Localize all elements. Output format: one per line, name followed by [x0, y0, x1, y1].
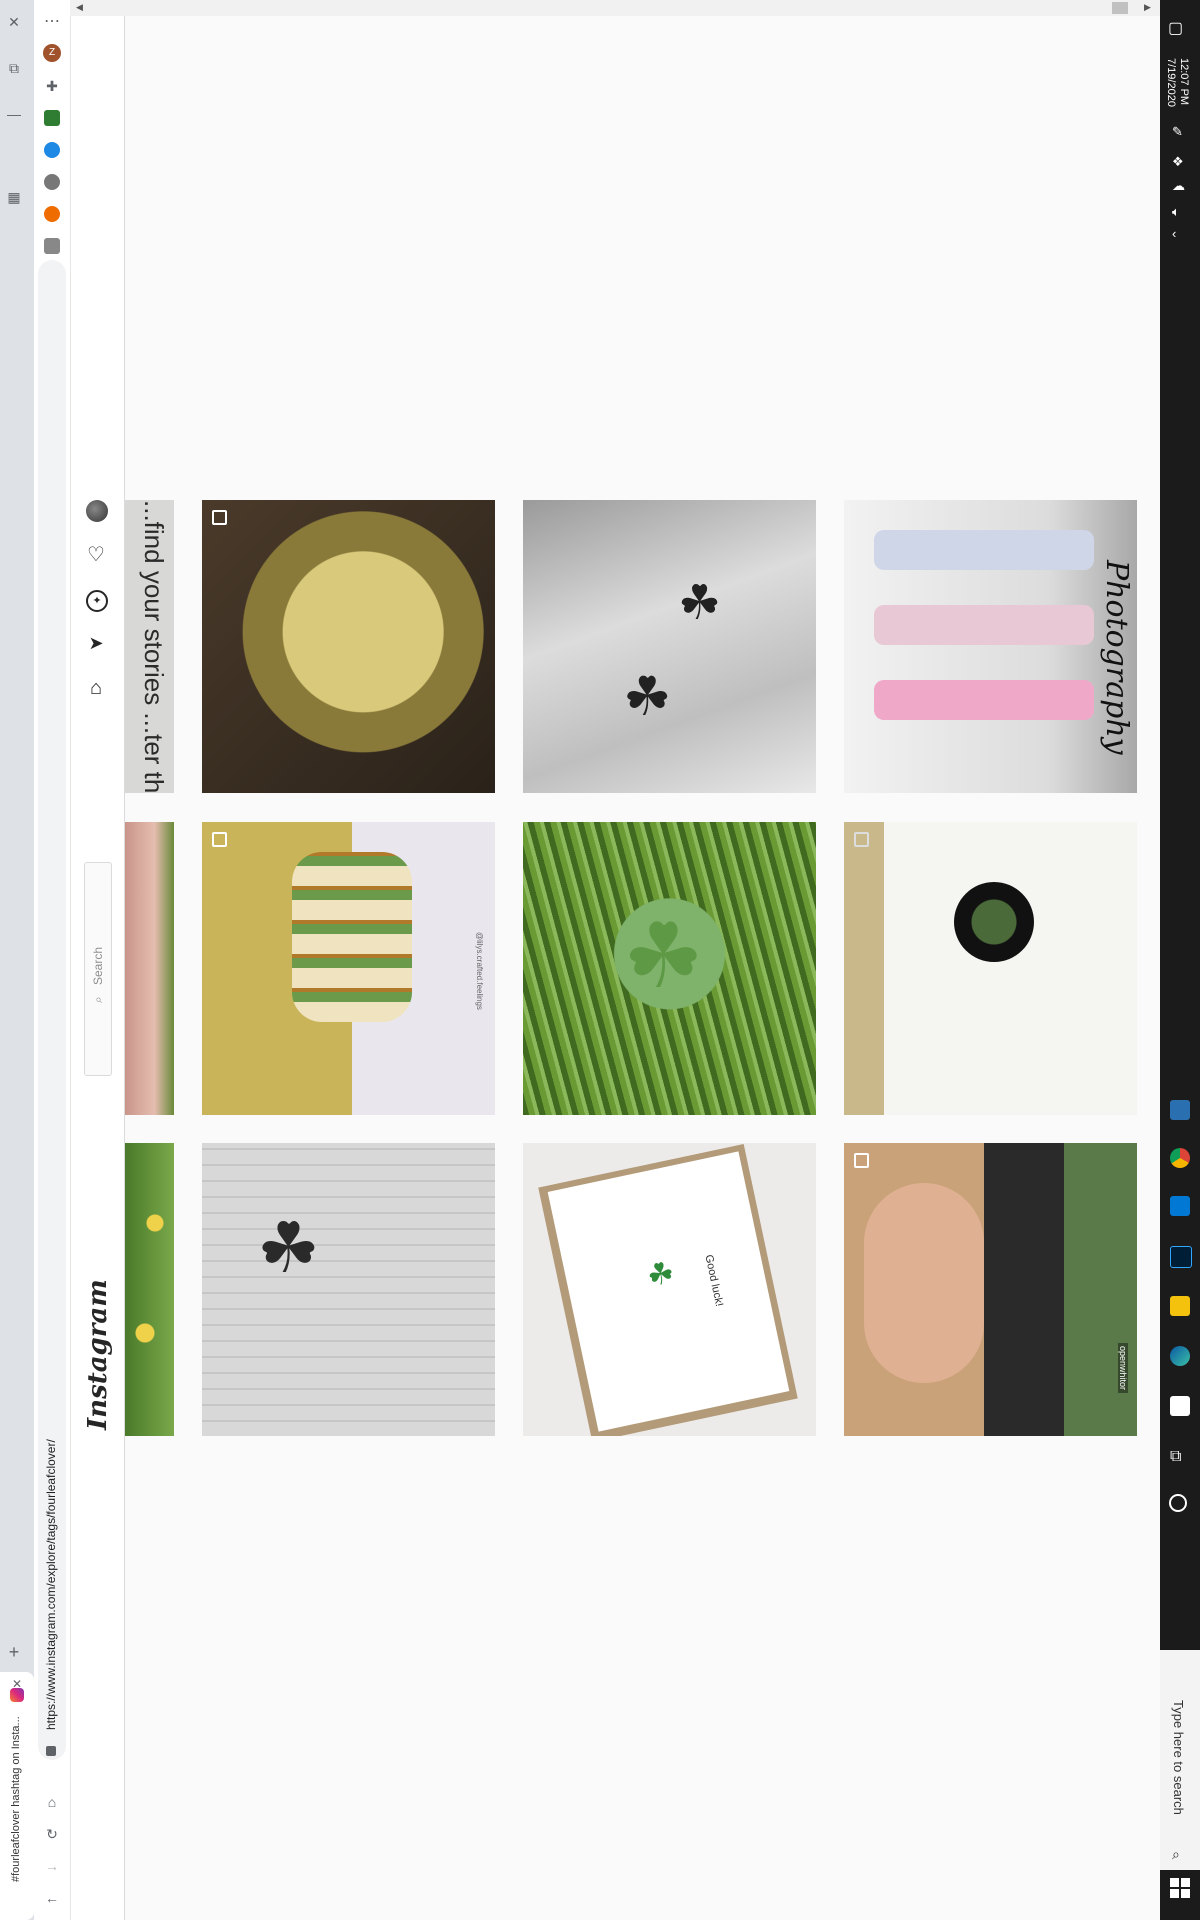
active-tab[interactable]: #fourleafclover hashtag on Insta... ✕ — [0, 1672, 34, 1920]
horizontal-scrollbar[interactable]: ◀ ▶ — [70, 0, 1160, 16]
store-taskbar-icon[interactable] — [1170, 1396, 1190, 1416]
search-icon: ⌕ — [1172, 1846, 1180, 1862]
cortana-icon[interactable] — [1169, 1494, 1187, 1512]
person-image — [874, 605, 1094, 645]
scroll-left-arrow-icon[interactable]: ◀ — [76, 2, 83, 13]
url-text[interactable]: https://www.instagram.com/explore/tags/f… — [44, 1439, 58, 1730]
task-view-icon[interactable]: ⧉ — [1170, 1448, 1181, 1466]
extension-5-icon[interactable] — [44, 238, 60, 254]
home-icon[interactable]: ⌂ — [86, 678, 106, 698]
dropbox-icon[interactable]: ❖ — [1172, 154, 1184, 170]
back-icon[interactable]: ← — [40, 1886, 64, 1910]
outlook-taskbar-icon[interactable] — [1170, 1196, 1190, 1216]
post-thumbnail[interactable]: ☘ ☘ — [523, 500, 816, 793]
post-caption: openwhitor — [1118, 1343, 1128, 1394]
carousel-badge-icon — [854, 1153, 869, 1168]
start-divider — [1170, 1887, 1190, 1889]
start-button[interactable] — [1170, 1878, 1190, 1898]
taskbar-search-box[interactable]: Type here to search ⌕ — [1160, 1650, 1200, 1870]
clover-drawing-icon: ☘ — [644, 1255, 678, 1294]
windows-taskbar: ▢ 12:07 PM 7/19/2020 ✎ ❖ ☁ 🔈︎ ‹ — [1160, 0, 1200, 1920]
post-caption: Good luck! — [702, 1253, 726, 1308]
chrome-taskbar-icon[interactable] — [1170, 1148, 1190, 1168]
search-input[interactable]: ⌕ Search — [84, 862, 112, 1076]
close-window-icon[interactable]: ✕ — [2, 10, 26, 34]
activity-heart-icon[interactable]: ♡ — [86, 545, 106, 565]
person-image — [874, 530, 1094, 570]
four-leaf-clover-image: ☘ — [623, 907, 704, 1007]
file-explorer-taskbar-icon[interactable] — [1170, 1296, 1190, 1316]
post-thumbnail[interactable]: openwhitor — [844, 1143, 1137, 1436]
instagram-logo[interactable]: Instagram — [83, 1279, 113, 1430]
post-caption: Photography — [1099, 560, 1134, 755]
extension-1-icon[interactable] — [44, 110, 60, 126]
woman-face-image — [864, 1183, 984, 1383]
macrame-pendant-image — [954, 882, 1034, 962]
taskbar-time[interactable]: 12:07 PM — [1178, 58, 1190, 105]
taskbar-date[interactable]: 7/19/2020 — [1165, 58, 1177, 107]
new-tab-button[interactable]: + — [2, 1640, 26, 1664]
address-bar[interactable]: https://www.instagram.com/explore/tags/f… — [38, 260, 66, 1760]
minimize-window-icon[interactable]: — — [2, 102, 26, 126]
carousel-badge-icon — [212, 832, 227, 847]
browser-tab-strip: ✕ ⧉ — ▦ + — [0, 0, 34, 1920]
post-caption: @lilys.crafted.feelings — [475, 932, 484, 1010]
post-thumbnail[interactable]: ...find your stories ...ter the ro... an… — [125, 500, 174, 793]
profile-avatar-icon[interactable] — [86, 500, 108, 522]
search-placeholder: Search — [91, 946, 105, 985]
close-tab-icon[interactable]: ✕ — [5, 1672, 29, 1696]
scroll-right-arrow-icon[interactable]: ▶ — [1144, 2, 1151, 13]
home-button-icon[interactable]: ⌂ — [40, 1790, 64, 1814]
post-thumbnail[interactable]: @lilys.crafted.feelings — [202, 822, 495, 1115]
clover-tattoo-image: ☘ — [678, 577, 722, 630]
volume-icon[interactable]: 🔈︎ — [1172, 204, 1180, 220]
pen-icon[interactable]: ✎ — [1172, 124, 1183, 140]
scrollbar-thumb[interactable] — [1112, 2, 1128, 14]
onedrive-icon[interactable]: ☁ — [1172, 178, 1185, 194]
direct-message-icon[interactable]: ➤ — [86, 633, 106, 653]
reload-icon[interactable]: ↻ — [40, 1822, 64, 1846]
bangle-image — [292, 852, 412, 1022]
show-hidden-icons-icon[interactable]: ‹ — [1172, 226, 1176, 241]
extension-3-icon[interactable] — [44, 174, 60, 190]
clover-image: ☘ — [257, 1209, 320, 1287]
clover-tattoo-image: ☘ — [623, 667, 672, 727]
post-thumbnail[interactable] — [125, 822, 174, 1115]
person-image — [874, 680, 1094, 720]
post-thumbnail[interactable]: ☘ — [202, 1143, 495, 1436]
carousel-badge-icon — [212, 510, 227, 525]
post-thumbnail[interactable] — [844, 822, 1137, 1115]
action-center-icon[interactable]: ▢ — [1168, 18, 1183, 38]
photoshop-taskbar-icon[interactable] — [1170, 1246, 1192, 1268]
edge-taskbar-icon[interactable] — [1170, 1346, 1190, 1366]
tab-title: #fourleafclover hashtag on Insta... — [10, 1716, 22, 1882]
search-icon: ⌕ — [91, 996, 105, 1003]
post-thumbnail[interactable]: Photography — [844, 500, 1137, 793]
lock-icon — [46, 1746, 56, 1756]
extension-4-icon[interactable] — [44, 206, 60, 222]
browser-menu-icon[interactable]: ⋯ — [40, 10, 64, 34]
explore-compass-icon[interactable]: ✦ — [86, 590, 108, 612]
extensions-puzzle-icon[interactable]: ✚ — [40, 74, 64, 98]
post-thumbnail[interactable]: ☘ — [523, 822, 816, 1115]
restore-window-icon[interactable]: ⧉ — [2, 56, 26, 80]
post-thumbnail[interactable] — [202, 500, 495, 793]
taskbar-search-placeholder: Type here to search — [1171, 1700, 1186, 1815]
profile-avatar[interactable]: Z — [43, 44, 61, 62]
taskbar-app-icon[interactable] — [1170, 1100, 1190, 1120]
post-thumbnail[interactable]: Good luck! ☘ — [523, 1143, 816, 1436]
extension-2-icon[interactable] — [44, 142, 60, 158]
post-caption: ...find your stories ...ter the ro... an… — [139, 500, 169, 793]
tab-search-icon[interactable]: ▦ — [2, 185, 26, 209]
carousel-badge-icon — [854, 832, 869, 847]
post-thumbnail[interactable] — [125, 1143, 174, 1436]
forward-icon[interactable]: → — [40, 1854, 64, 1878]
